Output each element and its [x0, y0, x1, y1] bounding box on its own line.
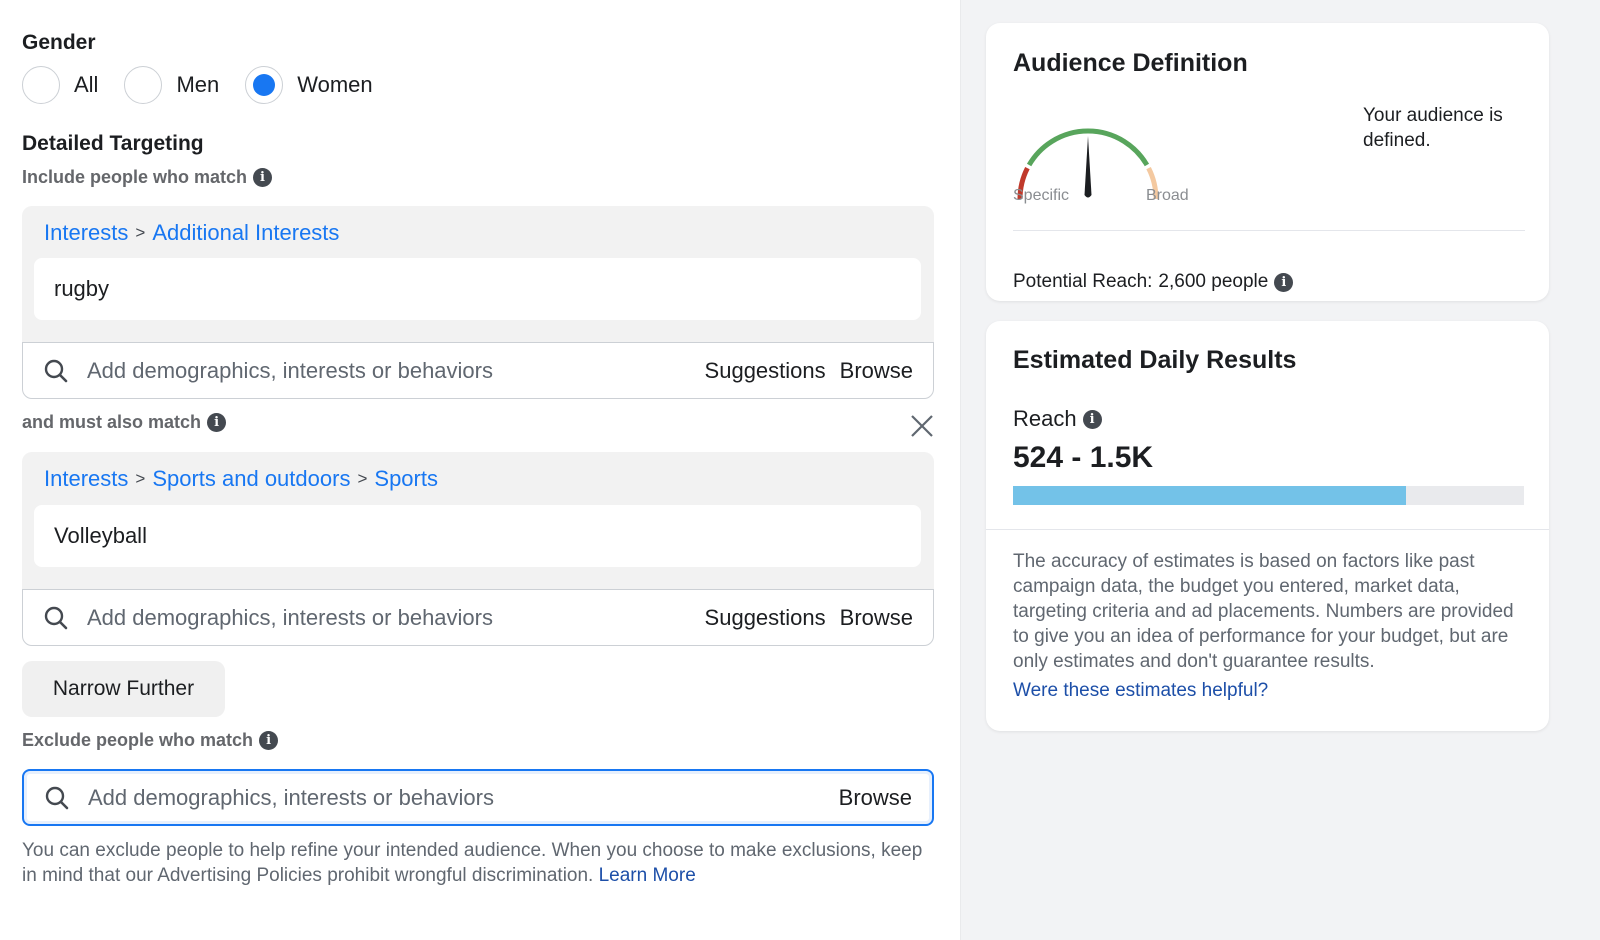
include-search-input[interactable]: [87, 357, 705, 384]
potential-reach-row: Potential Reach: 2,600 people i: [1013, 271, 1294, 293]
gender-radio-all[interactable]: All: [22, 66, 98, 104]
divider: [1013, 230, 1525, 231]
reach-label-row: Reach i: [1013, 406, 1102, 432]
search-icon: [44, 785, 70, 811]
potential-reach-label: Potential Reach:: [1013, 271, 1153, 292]
breadcrumb: Interests > Additional Interests: [44, 220, 339, 246]
audience-definition-title: Audience Definition: [1013, 49, 1248, 77]
reach-label: Reach: [1013, 406, 1077, 431]
selected-interest-rugby[interactable]: rugby: [34, 258, 921, 320]
breadcrumb: Interests > Sports and outdoors > Sports: [44, 466, 438, 492]
browse-button[interactable]: Browse: [839, 785, 912, 811]
info-icon[interactable]: i: [253, 168, 273, 187]
close-icon[interactable]: [908, 412, 936, 440]
search-icon: [43, 358, 69, 384]
accuracy-note: The accuracy of estimates is based on fa…: [1013, 551, 1514, 672]
info-icon[interactable]: i: [207, 413, 227, 432]
radio-circle[interactable]: [124, 66, 163, 104]
breadcrumb-separator: >: [135, 469, 146, 488]
potential-reach-value: 2,600 people: [1158, 271, 1269, 292]
browse-button[interactable]: Browse: [840, 605, 913, 631]
breadcrumb-separator: >: [135, 223, 146, 242]
exclude-label: Exclude people who match: [22, 730, 254, 750]
exclude-label-row: Exclude people who match i: [22, 730, 279, 751]
must-match-label-row: and must also match i: [22, 412, 227, 433]
detailed-targeting-title: Detailed Targeting: [22, 132, 204, 155]
reach-value: 524 - 1.5K: [1013, 441, 1154, 474]
exclusion-note: You can exclude people to help refine yo…: [22, 838, 942, 888]
info-icon[interactable]: i: [1082, 409, 1102, 429]
breadcrumb-sports[interactable]: Sports: [374, 466, 438, 492]
include-targeting-group: Interests > Additional Interests rugby: [22, 206, 934, 343]
gender-radio-women[interactable]: Women: [245, 66, 373, 104]
breadcrumb-additional-interests[interactable]: Additional Interests: [152, 220, 339, 246]
gauge-label-broad: Broad: [1146, 187, 1189, 204]
narrow-further-button[interactable]: Narrow Further: [22, 661, 225, 717]
radio-label: Women: [297, 72, 373, 97]
include-label: Include people who match: [22, 167, 248, 187]
radio-label: All: [74, 72, 99, 97]
info-icon[interactable]: i: [1274, 272, 1294, 292]
must-match-targeting-group: Interests > Sports and outdoors > Sports…: [22, 452, 934, 590]
radio-circle[interactable]: [22, 66, 60, 104]
learn-more-link[interactable]: Learn More: [599, 865, 696, 886]
breadcrumb-interests[interactable]: Interests: [44, 220, 128, 246]
gauge-label-specific: Specific: [1013, 187, 1070, 204]
audience-definition-card: Audience Definition Specific Broad Your …: [986, 23, 1549, 301]
must-match-search-input[interactable]: [87, 604, 705, 631]
audience-status-text: Your audience is defined.: [1363, 105, 1503, 151]
breadcrumb-sports-and-outdoors[interactable]: Sports and outdoors: [152, 466, 350, 492]
gauge-needle: [1084, 136, 1092, 198]
estimated-daily-results-title: Estimated Daily Results: [1013, 346, 1297, 374]
search-icon: [43, 605, 69, 631]
gender-radio-men[interactable]: Men: [124, 66, 219, 104]
suggestions-button[interactable]: Suggestions: [705, 605, 826, 631]
include-label-row: Include people who match i: [22, 167, 273, 188]
exclude-search-box: Browse: [22, 769, 934, 826]
estimated-daily-results-card: Estimated Daily Results Reach i 524 - 1.…: [986, 321, 1549, 731]
gender-radio-group: All Men Women: [22, 66, 399, 104]
exclusion-note-text: You can exclude people to help refine yo…: [22, 840, 923, 886]
targeting-panel: Gender All Men Women Detailed Targeting …: [0, 0, 960, 940]
include-search-box: Suggestions Browse: [22, 342, 934, 399]
radio-dot: [253, 74, 276, 96]
must-match-search-box: Suggestions Browse: [22, 589, 934, 646]
summary-panel: Audience Definition Specific Broad Your …: [960, 0, 1600, 940]
must-match-label: and must also match: [22, 412, 202, 432]
estimates-feedback-link[interactable]: Were these estimates helpful?: [1013, 680, 1268, 702]
radio-circle-selected[interactable]: [245, 66, 284, 104]
reach-progress-bar: [1013, 486, 1524, 505]
gender-label: Gender: [22, 31, 96, 54]
info-icon[interactable]: i: [259, 731, 279, 750]
selected-interest-volleyball[interactable]: Volleyball: [34, 505, 921, 567]
divider: [986, 529, 1549, 530]
exclude-search-input[interactable]: [88, 784, 839, 811]
suggestions-button[interactable]: Suggestions: [705, 358, 826, 384]
breadcrumb-interests[interactable]: Interests: [44, 466, 128, 492]
radio-label: Men: [176, 72, 220, 97]
browse-button[interactable]: Browse: [840, 358, 913, 384]
reach-progress-fill: [1013, 486, 1407, 505]
breadcrumb-separator: >: [357, 469, 368, 488]
